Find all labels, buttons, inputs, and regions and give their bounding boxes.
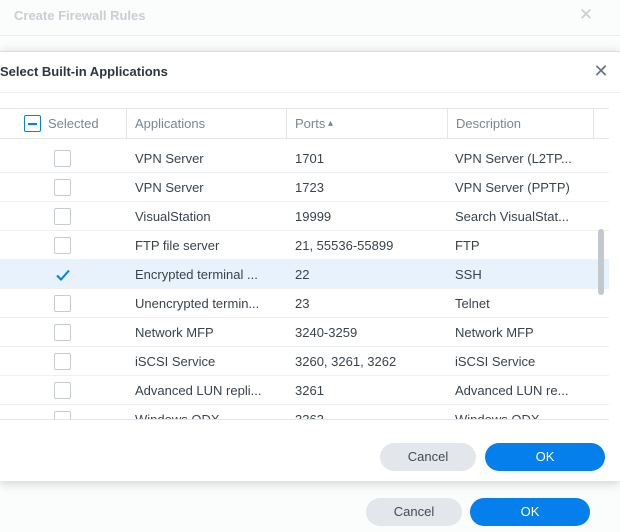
applications-table: Selected Applications Ports ▴ Descriptio… xyxy=(0,108,609,420)
ports-cell: 22 xyxy=(295,267,310,282)
ports-cell: 3263 xyxy=(295,412,324,420)
background-cancel-button[interactable]: Cancel xyxy=(366,498,462,526)
close-icon[interactable]: ✕ xyxy=(592,61,610,81)
application-cell: VPN Server xyxy=(135,151,204,166)
description-cell: VPN Server (PPTP) xyxy=(455,180,570,195)
table-row[interactable]: VPN Server 1701 VPN Server (L2TP... xyxy=(0,144,609,173)
ports-cell: 21, 55536-55899 xyxy=(295,238,394,253)
checkmark-icon xyxy=(56,269,70,281)
row-checkbox[interactable] xyxy=(54,324,71,341)
modal-divider xyxy=(0,92,620,93)
table-row[interactable]: Unencrypted termin... 23 Telnet xyxy=(0,289,609,318)
header-description[interactable]: Description xyxy=(448,109,593,139)
ok-button[interactable]: OK xyxy=(485,443,605,471)
row-checkbox[interactable] xyxy=(54,411,71,419)
ports-cell: 23 xyxy=(295,296,310,311)
header-applications[interactable]: Applications xyxy=(127,109,286,139)
row-checkbox[interactable] xyxy=(54,150,71,167)
table-row[interactable]: Windows ODX 3263 Windows ODX xyxy=(0,405,609,420)
partial-select-icon xyxy=(28,123,37,125)
description-cell: SSH xyxy=(455,267,482,282)
row-checkbox[interactable] xyxy=(54,295,71,312)
application-cell: VPN Server xyxy=(135,180,204,195)
table-row[interactable]: iSCSI Service 3260, 3261, 3262 iSCSI Servi… xyxy=(0,347,609,376)
description-cell: Windows ODX xyxy=(455,412,540,420)
cancel-button[interactable]: Cancel xyxy=(380,443,476,471)
select-applications-modal: Select Built-in Applications ✕ Selected … xyxy=(0,51,620,481)
background-close-icon[interactable]: ✕ xyxy=(578,5,594,25)
application-cell: Network MFP xyxy=(135,325,214,340)
background-divider xyxy=(0,35,620,36)
application-cell: FTP file server xyxy=(135,238,220,253)
table-row[interactable]: Advanced LUN repli... 3261 Advanced LUN re… xyxy=(0,376,609,405)
select-all-checkbox[interactable] xyxy=(24,115,41,132)
background-ok-button[interactable]: OK xyxy=(470,498,590,526)
description-cell: VPN Server (L2TP... xyxy=(455,151,572,166)
table-header: Selected Applications Ports ▴ Descriptio… xyxy=(0,109,609,139)
header-selected[interactable]: Selected xyxy=(40,109,126,139)
description-cell: Telnet xyxy=(455,296,490,311)
table-row[interactable]: VisualStation 19999 Search VisualStat... xyxy=(0,202,609,231)
ports-cell: 3261 xyxy=(295,383,324,398)
ports-cell: 1701 xyxy=(295,151,324,166)
sort-ascending-icon: ▴ xyxy=(328,118,334,129)
application-cell: Windows ODX xyxy=(135,412,220,420)
application-cell: VisualStation xyxy=(135,209,211,224)
ports-cell: 3260, 3261, 3262 xyxy=(295,354,397,369)
row-checkbox[interactable] xyxy=(54,353,71,370)
row-checkbox[interactable] xyxy=(54,382,71,399)
description-cell: FTP xyxy=(455,238,480,253)
application-cell: iSCSI Service xyxy=(135,354,216,369)
vertical-scrollbar[interactable] xyxy=(598,229,604,295)
table-row[interactable]: Network MFP 3240-3259 Network MFP xyxy=(0,318,609,347)
description-cell: iSCSI Service xyxy=(455,354,536,369)
table-row[interactable]: FTP file server 21, 55536-55899 FTP xyxy=(0,231,609,260)
ports-cell: 19999 xyxy=(295,209,332,224)
row-checkbox[interactable] xyxy=(54,179,71,196)
description-cell: Search VisualStat... xyxy=(455,209,569,224)
table-body: VPN Server 1701 VPN Server (L2TP... VPN Ser… xyxy=(0,144,609,420)
ports-cell: 1723 xyxy=(295,180,324,195)
description-cell: Advanced LUN re... xyxy=(455,383,569,398)
column-divider[interactable] xyxy=(593,109,594,139)
application-cell: Encrypted terminal ... xyxy=(135,267,258,282)
modal-title: Select Built-in Applications xyxy=(0,64,168,79)
row-checkbox[interactable] xyxy=(54,266,71,283)
description-cell: Network MFP xyxy=(455,325,534,340)
application-cell: Unencrypted termin... xyxy=(135,296,260,311)
row-checkbox[interactable] xyxy=(54,208,71,225)
table-row[interactable]: Encrypted terminal ... 22 SSH xyxy=(0,260,609,289)
table-row[interactable]: VPN Server 1723 VPN Server (PPTP) xyxy=(0,173,609,202)
row-checkbox[interactable] xyxy=(54,237,71,254)
background-dialog-title: Create Firewall Rules xyxy=(14,8,146,23)
application-cell: Advanced LUN repli... xyxy=(135,383,262,398)
ports-cell: 3240-3259 xyxy=(295,325,358,340)
